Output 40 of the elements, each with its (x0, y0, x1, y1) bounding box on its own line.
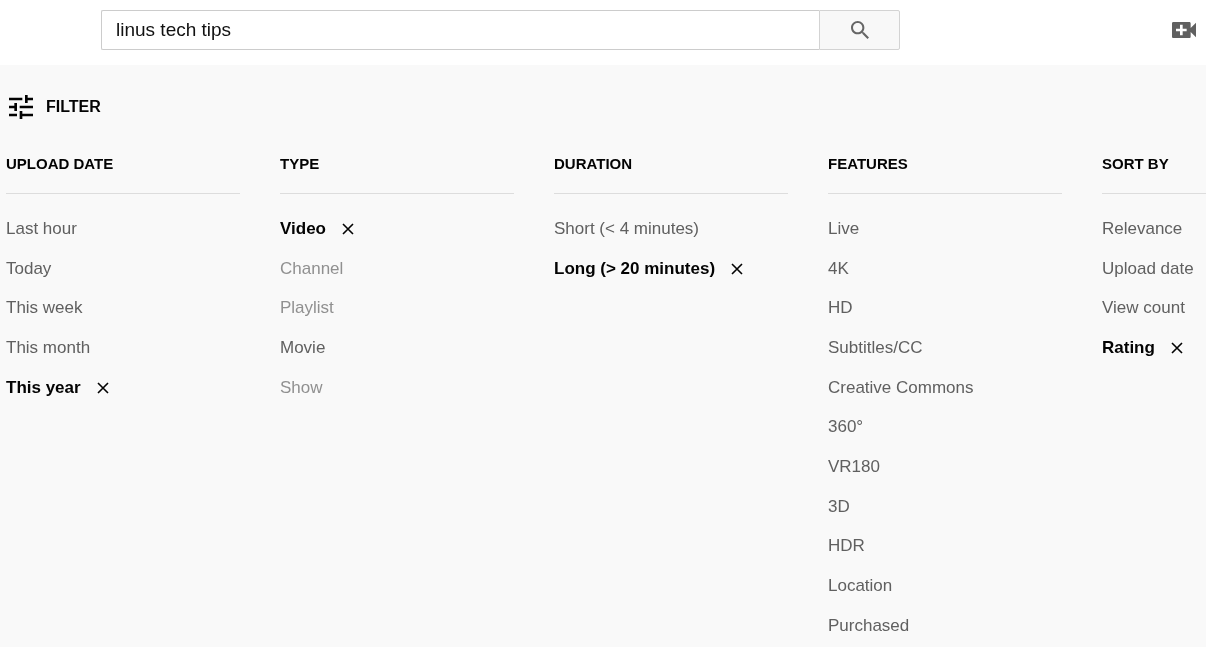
camera-plus-button[interactable] (1172, 22, 1196, 38)
filter-option[interactable]: Today (6, 258, 52, 279)
filter-option[interactable]: Video (280, 218, 354, 239)
search-icon (850, 21, 869, 39)
filter-option[interactable]: This year (6, 377, 109, 398)
filter-option[interactable]: HDR (828, 536, 865, 557)
sliders-icon (9, 95, 33, 119)
filter-option[interactable]: 360° (828, 417, 864, 438)
close-icon[interactable] (342, 222, 354, 235)
filter-option[interactable]: 3D (828, 496, 850, 517)
filter-group-heading: TYPE (280, 154, 320, 174)
filter-option[interactable]: HD (828, 298, 853, 319)
filter-option[interactable]: VR180 (828, 456, 880, 477)
filter-option[interactable]: Short (< 4 minutes) (554, 218, 700, 239)
filter-option[interactable]: 4K (828, 258, 849, 279)
filter-option[interactable]: View count (1102, 298, 1185, 319)
filter-option[interactable]: Purchased (828, 615, 910, 636)
search-button[interactable] (819, 10, 900, 50)
search-field[interactable]: linus tech tips (101, 10, 819, 50)
close-icon[interactable] (1170, 341, 1183, 354)
filter-option[interactable]: Relevance (1102, 218, 1183, 239)
filter-option[interactable]: Creative Commons (828, 377, 974, 398)
filter-option[interactable]: Live (828, 218, 860, 239)
camera-plus-icon (1172, 22, 1196, 38)
filter-group-heading: FEATURES (828, 154, 908, 174)
filter-option[interactable]: Last hour (6, 218, 77, 239)
filter-option[interactable]: Long (> 20 minutes) (554, 258, 744, 279)
filter-option[interactable]: This week (6, 298, 83, 319)
filter-option[interactable]: Rating (1102, 337, 1183, 358)
filter-group-heading: UPLOAD DATE (6, 154, 114, 174)
filter-button[interactable]: FILTER (9, 87, 101, 127)
filter-group-heading: DURATION (554, 154, 633, 174)
filter-group-heading: SORT BY (1102, 154, 1169, 174)
filter-option[interactable]: Movie (280, 337, 326, 358)
filter-option[interactable]: This month (6, 337, 91, 358)
filter-option[interactable]: Location (828, 576, 893, 597)
filter-option[interactable]: Subtitles/CC (828, 337, 923, 358)
filter-option[interactable]: Upload date (1102, 258, 1194, 279)
close-icon[interactable] (731, 262, 744, 275)
close-icon[interactable] (96, 381, 109, 394)
